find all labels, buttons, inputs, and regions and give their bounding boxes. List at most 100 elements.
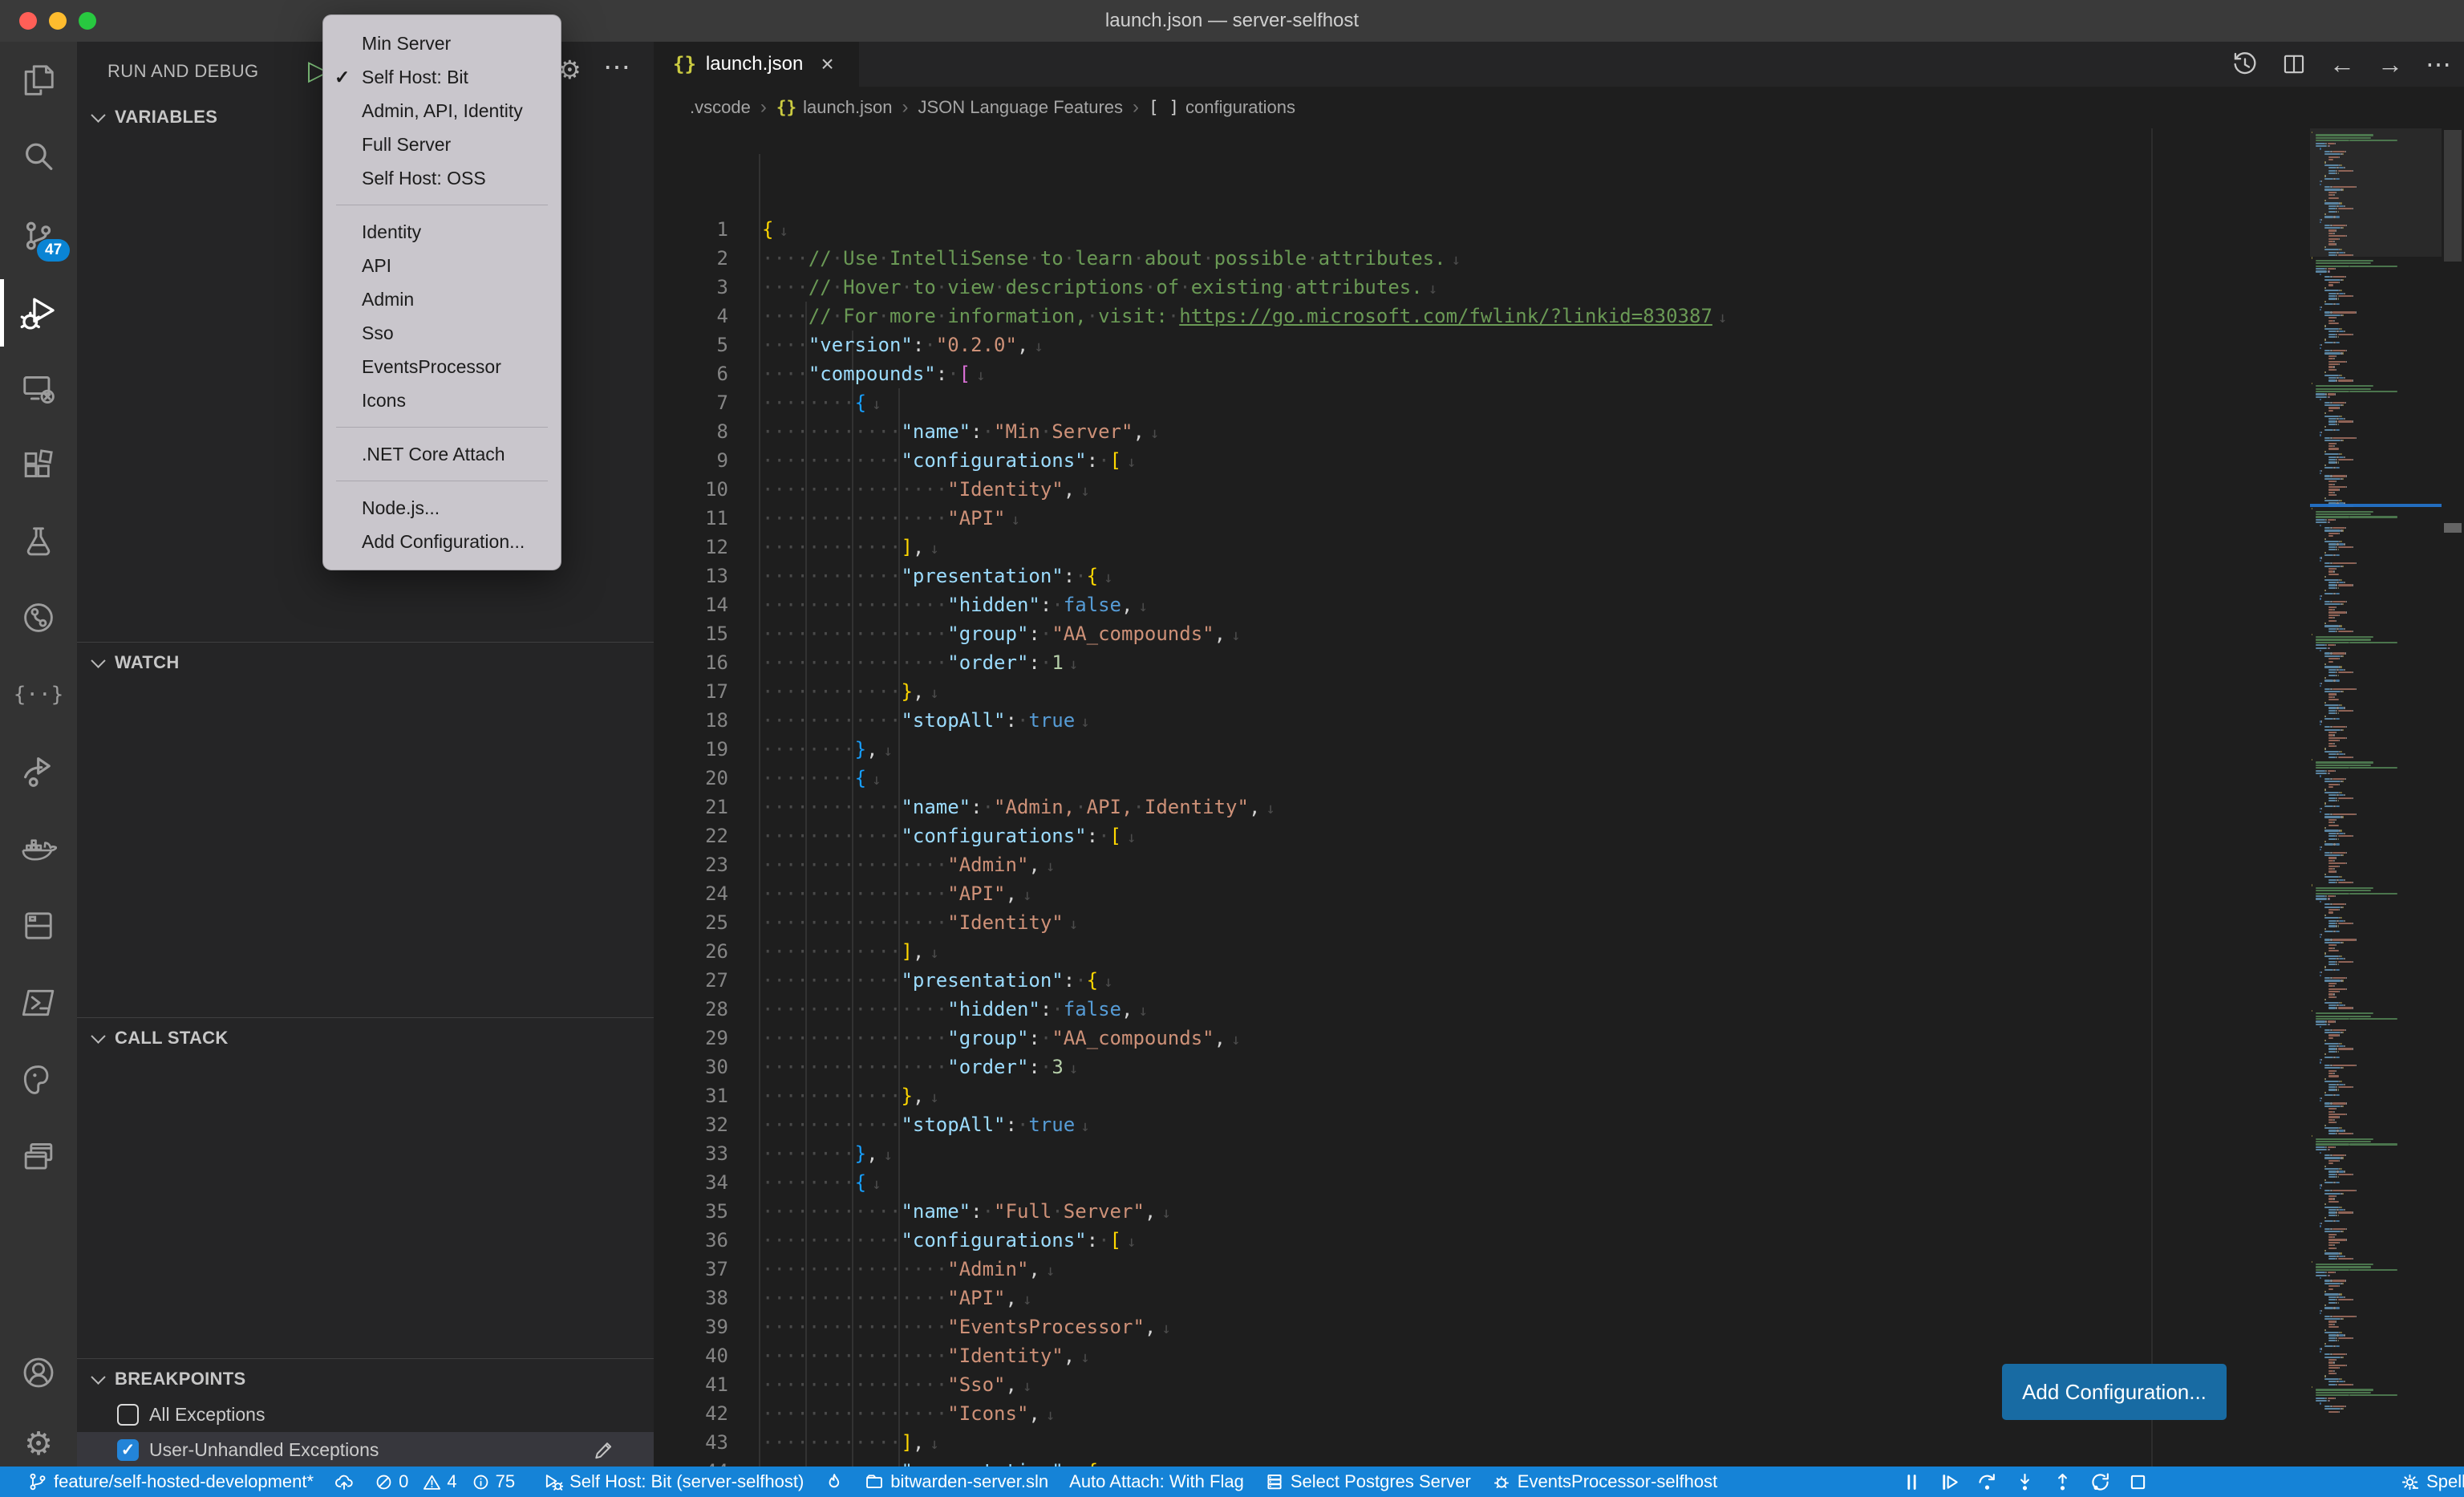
menu-item[interactable]: Sso	[323, 316, 561, 350]
explorer-icon[interactable]	[0, 42, 77, 119]
close-tab-icon[interactable]: ×	[821, 51, 833, 77]
powershell-icon[interactable]	[0, 964, 77, 1041]
breadcrumb-item[interactable]: [ ]configurations	[1149, 97, 1295, 118]
menu-item[interactable]: ✓Self Host: Bit	[323, 60, 561, 94]
section-watch[interactable]: WATCH	[77, 645, 654, 680]
code-line[interactable]: 28················"hidden":·false,↓	[654, 995, 2310, 1024]
breakpoint-checkbox[interactable]: ✓	[117, 1439, 139, 1461]
code-line[interactable]: 6····"compounds":·[↓	[654, 359, 2310, 388]
code-line[interactable]: 2····//·Use·IntelliSense·to·learn·about·…	[654, 244, 2310, 273]
code-line[interactable]: 14················"hidden":·false,↓	[654, 590, 2310, 619]
debug-step-out-button[interactable]	[2052, 1471, 2073, 1493]
code-area[interactable]: 1{↓2····//·Use·IntelliSense·to·learn·abo…	[654, 128, 2310, 1467]
code-line[interactable]: 9············"configurations":·[↓	[654, 446, 2310, 475]
code-line[interactable]: 32············"stopAll":·true↓	[654, 1110, 2310, 1139]
navigate-forward-icon[interactable]: →	[2377, 51, 2403, 77]
status-solution[interactable]: bitwarden-server.sln	[854, 1467, 1059, 1497]
code-line[interactable]: 35············"name":·"Full·Server",↓	[654, 1197, 2310, 1226]
code-line[interactable]: 31············},↓	[654, 1081, 2310, 1110]
menu-item[interactable]: Admin	[323, 282, 561, 316]
code-line[interactable]: 20········{↓	[654, 764, 2310, 793]
menu-item[interactable]: .NET Core Attach	[323, 437, 561, 471]
code-line[interactable]: 8············"name":·"Min·Server",↓	[654, 417, 2310, 446]
status-git-branch[interactable]: feature/self-hosted-development*	[18, 1467, 324, 1497]
code-line[interactable]: 33········},↓	[654, 1139, 2310, 1168]
configure-gear-icon[interactable]: ⚙	[558, 55, 582, 85]
code-line[interactable]: 5····"version":·"0.2.0",↓	[654, 331, 2310, 359]
debug-pause-button[interactable]	[1901, 1471, 1923, 1493]
menu-item[interactable]: Icons	[323, 383, 561, 417]
menu-item[interactable]: Full Server	[323, 128, 561, 161]
status-events-processor[interactable]: EventsProcessor-selfhost	[1481, 1467, 1728, 1497]
debug-step-over-button[interactable]	[1976, 1471, 1998, 1493]
code-line[interactable]: 43············],↓	[654, 1428, 2310, 1457]
menu-item[interactable]: Admin, API, Identity	[323, 94, 561, 128]
code-line[interactable]: 23················"Admin",↓	[654, 850, 2310, 879]
menu-item[interactable]: Min Server	[323, 26, 561, 60]
code-line[interactable]: 22············"configurations":·[↓	[654, 822, 2310, 850]
storage-icon[interactable]	[0, 887, 77, 964]
status-select-postgres-server[interactable]: Select Postgres Server	[1254, 1467, 1481, 1497]
code-line[interactable]: 21············"name":·"Admin,·API,·Ident…	[654, 793, 2310, 822]
code-line[interactable]: 25················"Identity"↓	[654, 908, 2310, 937]
code-line[interactable]: 10················"Identity",↓	[654, 475, 2310, 504]
debug-continue-button[interactable]	[1939, 1471, 1960, 1493]
editor-scrollbar[interactable]	[2442, 128, 2464, 1467]
code-line[interactable]: 17············},↓	[654, 677, 2310, 706]
status-problems[interactable]: 0475	[364, 1467, 533, 1497]
code-line[interactable]: 12············],↓	[654, 533, 2310, 562]
code-line[interactable]: 11················"API"↓	[654, 504, 2310, 533]
code-line[interactable]: 15················"group":·"AA_compounds…	[654, 619, 2310, 648]
debug-restart-button[interactable]	[2089, 1471, 2111, 1493]
code-line[interactable]: 29················"group":·"AA_compounds…	[654, 1024, 2310, 1053]
menu-item[interactable]: Self Host: OSS	[323, 161, 561, 195]
scrollbar-slider[interactable]	[2444, 130, 2462, 262]
code-line[interactable]: 19········},↓	[654, 735, 2310, 764]
menu-item[interactable]: Identity	[323, 215, 561, 249]
code-line[interactable]: 7········{↓	[654, 388, 2310, 417]
timeline-history-icon[interactable]	[2231, 51, 2259, 78]
git-graph-icon[interactable]	[0, 579, 77, 656]
code-line[interactable]: 34········{↓	[654, 1168, 2310, 1197]
rest-client-icon[interactable]: {··}	[0, 656, 77, 733]
debug-stop-button[interactable]	[2127, 1471, 2149, 1493]
source-control-icon[interactable]	[0, 197, 77, 274]
code-line[interactable]: 38················"API",↓	[654, 1284, 2310, 1312]
account-icon[interactable]	[0, 1334, 77, 1411]
code-line[interactable]: 18············"stopAll":·true↓	[654, 706, 2310, 735]
status-spell-checker[interactable]: Spell	[2389, 1471, 2464, 1492]
code-line[interactable]: 1{↓	[654, 215, 2310, 244]
docker-icon[interactable]	[0, 810, 77, 887]
breakpoint-row[interactable]: ✓User-Unhandled Exceptions	[77, 1432, 654, 1467]
code-line[interactable]: 4····//·For·more·information,·visit:·htt…	[654, 302, 2310, 331]
code-line[interactable]: 24················"API",↓	[654, 879, 2310, 908]
code-line[interactable]: 16················"order":·1↓	[654, 648, 2310, 677]
edit-breakpoint-pencil-icon[interactable]	[593, 1439, 617, 1463]
views-more-icon[interactable]: ⋯	[603, 51, 630, 83]
navigate-back-icon[interactable]: ←	[2329, 51, 2355, 77]
status-flame[interactable]	[814, 1467, 854, 1497]
status-debug-target[interactable]: Self Host: Bit (server-selfhost)	[533, 1467, 814, 1497]
remote-explorer-icon[interactable]	[0, 350, 77, 427]
breakpoint-row[interactable]: All Exceptions	[77, 1397, 654, 1432]
breakpoint-checkbox[interactable]	[117, 1404, 139, 1426]
section-call-stack[interactable]: CALL STACK	[77, 1020, 654, 1056]
live-share-icon[interactable]	[0, 733, 77, 810]
menu-item[interactable]: Add Configuration...	[323, 525, 561, 558]
code-line[interactable]: 27············"presentation":·{↓	[654, 966, 2310, 995]
status-publish-changes[interactable]	[324, 1467, 364, 1497]
section-breakpoints[interactable]: BREAKPOINTS	[77, 1361, 654, 1397]
status-auto-attach[interactable]: Auto Attach: With Flag	[1059, 1467, 1254, 1497]
extensions-icon[interactable]	[0, 427, 77, 504]
testing-flask-icon[interactable]	[0, 504, 77, 581]
run-and-debug-icon[interactable]	[0, 274, 77, 351]
window-layouts-icon[interactable]	[0, 1118, 77, 1195]
breadcrumb-item[interactable]: {}launch.json	[776, 97, 893, 118]
minimap[interactable]	[2310, 128, 2442, 1467]
breadcrumb-item[interactable]: JSON Language Features	[918, 97, 1123, 118]
add-configuration-button[interactable]: Add Configuration...	[2002, 1364, 2227, 1420]
code-line[interactable]: 26············],↓	[654, 937, 2310, 966]
code-line[interactable]: 37················"Admin",↓	[654, 1255, 2310, 1284]
code-line[interactable]: 13············"presentation":·{↓	[654, 562, 2310, 590]
code-line[interactable]: 39················"EventsProcessor",↓	[654, 1312, 2310, 1341]
